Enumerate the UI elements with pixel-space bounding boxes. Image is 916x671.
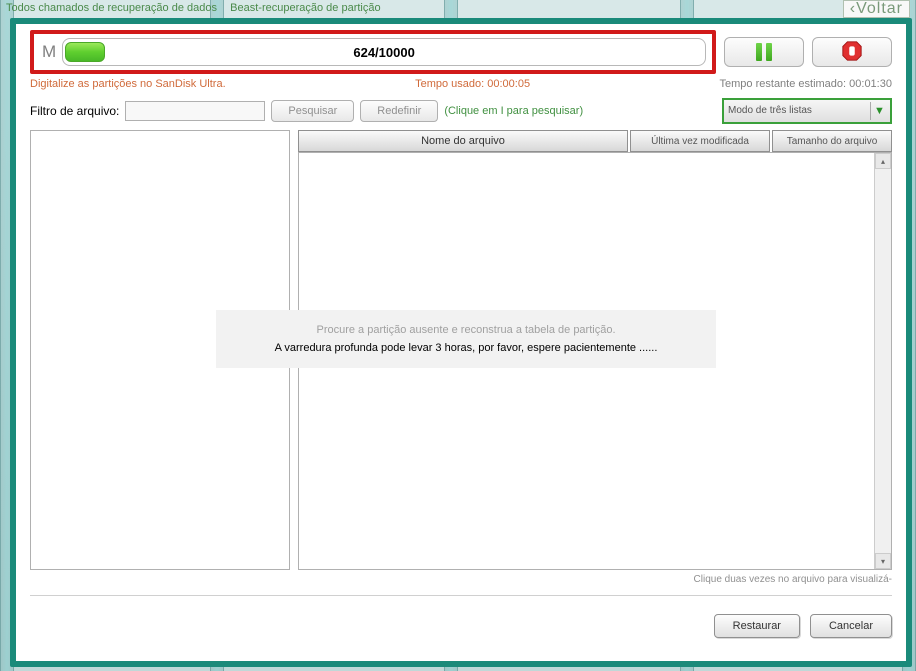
divider — [30, 595, 892, 596]
scan-overlay-message: Procure a partição ausente e reconstrua … — [216, 310, 716, 368]
pause-button[interactable] — [724, 37, 804, 67]
filter-input[interactable] — [125, 101, 265, 121]
column-header-size[interactable]: Tamanho do arquivo — [772, 130, 892, 152]
view-mode-select[interactable]: Modo de três listas ▼ — [722, 98, 892, 124]
main-panel: M 624/10000 Di — [10, 18, 912, 667]
breadcrumb-part-1[interactable]: Todos chamados de recuperação de dados — [6, 2, 217, 14]
overlay-line-2: A varredura profunda pode levar 3 horas,… — [226, 342, 706, 354]
time-used-text: Tempo usado: 00:00:05 — [415, 78, 530, 90]
progress-text: 624/10000 — [63, 45, 705, 60]
scroll-down-button[interactable]: ▾ — [875, 553, 891, 569]
breadcrumb-part-2[interactable]: Beast-recuperação de partição — [230, 2, 380, 14]
back-button[interactable]: ‹Voltar — [843, 0, 910, 18]
breadcrumb-separator — [222, 2, 225, 14]
column-header-modified[interactable]: Última vez modificada — [630, 130, 770, 152]
progress-highlight: M 624/10000 — [30, 30, 716, 74]
time-remaining-text: Tempo restante estimado: 00:01:30 — [720, 78, 892, 90]
filter-label: Filtro de arquivo: — [30, 104, 119, 118]
reset-button[interactable]: Redefinir — [360, 100, 438, 122]
filter-hint: (Clique em I para pesquisar) — [444, 105, 583, 117]
stop-icon — [841, 40, 863, 65]
breadcrumb[interactable]: Todos chamados de recuperação de dados B… — [6, 2, 381, 14]
pause-icon — [756, 43, 772, 61]
preview-hint: Clique duas vezes no arquivo para visual… — [30, 574, 892, 585]
cancel-button[interactable]: Cancelar — [810, 614, 892, 638]
scan-status-text: Digitalize as partições no SanDisk Ultra… — [30, 78, 226, 90]
chevron-down-icon: ▼ — [870, 102, 888, 120]
column-header-filename[interactable]: Nome do arquivo — [298, 130, 628, 152]
overlay-line-1: Procure a partição ausente e reconstrua … — [226, 324, 706, 336]
restore-button[interactable]: Restaurar — [714, 614, 800, 638]
scroll-up-button[interactable]: ▴ — [875, 153, 891, 169]
view-mode-value: Modo de três listas — [728, 106, 812, 116]
progress-bar: 624/10000 — [62, 38, 706, 66]
progress-m-label: M — [42, 42, 56, 62]
stop-button[interactable] — [812, 37, 892, 67]
search-button[interactable]: Pesquisar — [271, 100, 354, 122]
